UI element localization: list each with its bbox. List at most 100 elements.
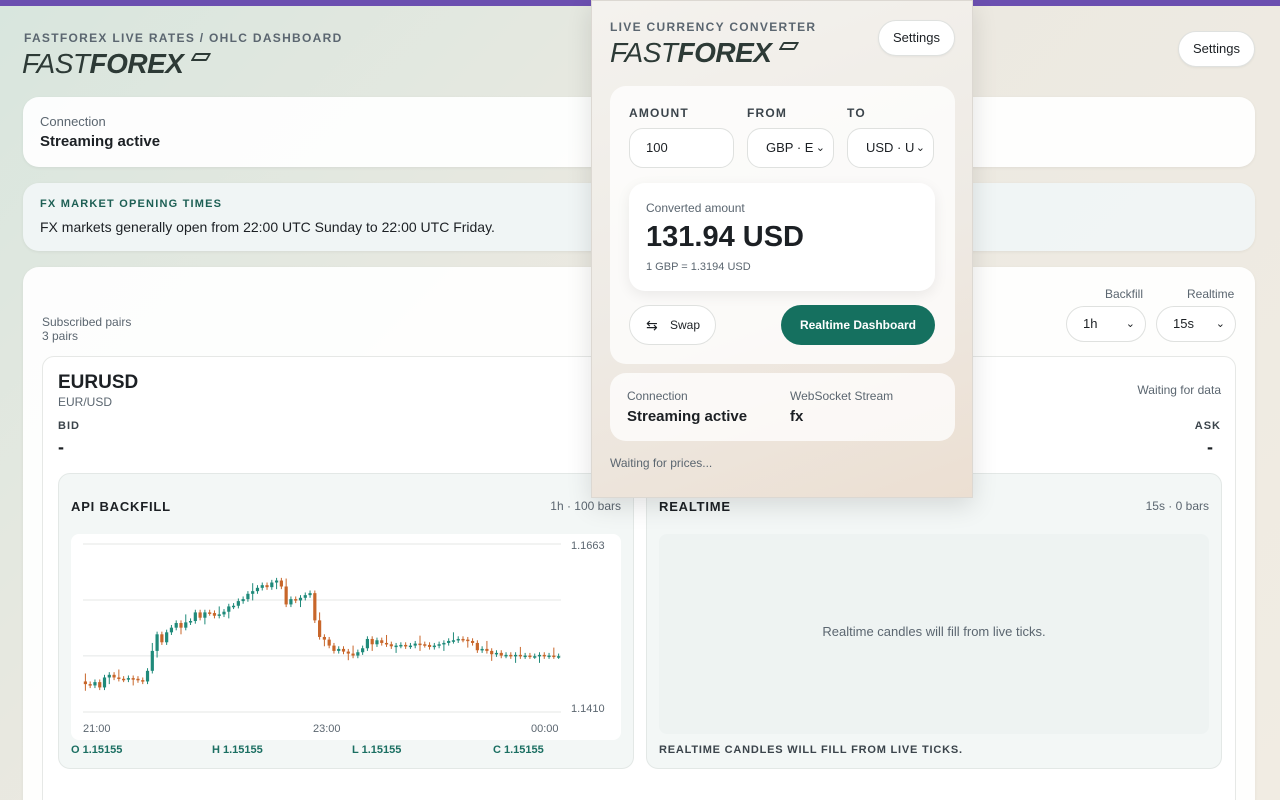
stream-label: WebSocket Stream: [790, 389, 894, 403]
backfill-panel-title: API BACKFILL: [71, 499, 171, 514]
candle: [251, 591, 255, 594]
candle: [361, 648, 365, 653]
candle: [423, 644, 427, 646]
pair-name: EUR/USD: [58, 395, 113, 409]
ohlc-high: H 1.15155: [212, 744, 263, 756]
converter-popup: LIVE CURRENCY CONVERTER FASTFOREX Settin…: [591, 0, 973, 498]
realtime-placeholder: Realtime candles will fill from live tic…: [822, 624, 1046, 639]
ohlc-close: C 1.15155: [493, 744, 544, 756]
converter-connection-card: Connection Streaming active WebSocket St…: [610, 373, 955, 441]
converter-subtitle: LIVE CURRENCY CONVERTER: [610, 20, 817, 34]
candle: [126, 678, 131, 680]
bid-value: -: [58, 437, 64, 457]
ohlc-open: O 1.15155: [71, 744, 123, 756]
candle: [155, 634, 159, 651]
candle: [227, 606, 231, 612]
candle: [542, 654, 546, 657]
candle: [141, 680, 145, 682]
candle: [547, 655, 551, 658]
candle: [456, 638, 460, 641]
candle: [470, 640, 475, 643]
to-label: TO: [847, 106, 866, 120]
exchange-rate: 1 GBP = 1.3194 USD: [646, 261, 751, 273]
stream-value: fx: [790, 408, 804, 425]
candle: [222, 611, 226, 615]
ask-label: ASK: [1194, 420, 1221, 432]
backfill-panel-meta: 1h · 100 bars: [550, 499, 621, 513]
candle: [518, 654, 522, 657]
candle: [389, 644, 393, 647]
candle: [102, 677, 107, 688]
candle: [499, 652, 503, 656]
chevron-down-icon: ⌄: [1215, 318, 1225, 330]
x-tick-label: 21:00: [83, 723, 111, 735]
candle: [341, 648, 346, 652]
realtime-select[interactable]: 15s ⌄: [1156, 306, 1236, 342]
pair-status: Waiting for data: [1137, 383, 1221, 397]
realtime-label: Realtime: [1187, 287, 1235, 301]
candle: [475, 642, 479, 651]
candle: [88, 684, 92, 686]
swap-button[interactable]: ⇆ Swap: [629, 305, 716, 345]
converter-connection-label: Connection: [627, 389, 688, 403]
candle: [509, 654, 513, 657]
candle: [117, 677, 121, 679]
candle: [122, 678, 126, 681]
subscribed-pairs-count: 3 pairs: [42, 329, 79, 343]
candle: [466, 639, 470, 642]
candle: [255, 587, 260, 592]
candle: [427, 644, 432, 647]
dashboard-settings-button[interactable]: Settings: [1178, 31, 1255, 67]
chevron-down-icon: ⌄: [815, 142, 825, 154]
candle: [380, 640, 384, 643]
bid-label: BID: [58, 420, 80, 432]
candle: [356, 652, 360, 656]
candle: [246, 593, 250, 600]
subscribed-pairs: Subscribed pairs 3 pairs: [42, 315, 131, 343]
candle: [83, 681, 87, 685]
y-tick-label: 1.1663: [571, 540, 605, 552]
candle: [370, 638, 374, 645]
candle: [480, 648, 484, 651]
candle: [208, 612, 212, 614]
x-tick-label: 23:00: [313, 723, 341, 735]
candle: [150, 650, 154, 671]
candle: [236, 601, 240, 606]
candle: [557, 656, 561, 658]
candle: [494, 652, 499, 655]
result-value: 131.94 USD: [646, 221, 804, 253]
candle: [98, 682, 102, 688]
candle: [241, 599, 245, 602]
candle: [442, 642, 446, 645]
converter-connection-status: Streaming active: [627, 408, 748, 425]
candle: [212, 613, 217, 616]
candle: [408, 645, 413, 648]
candle: [165, 632, 169, 643]
ohlc-low: L 1.15155: [352, 744, 402, 756]
candle: [131, 678, 135, 680]
from-currency-select[interactable]: GBP · E ⌄: [747, 128, 834, 168]
y-tick-label: 1.1410: [571, 703, 605, 715]
backfill-label: Backfill: [1105, 287, 1144, 301]
candle: [337, 648, 341, 651]
candle: [461, 638, 465, 641]
ask-value: -: [1207, 437, 1213, 457]
backfill-select[interactable]: 1h ⌄: [1066, 306, 1146, 342]
realtime-dashboard-button[interactable]: Realtime Dashboard: [781, 305, 935, 345]
dashboard-subtitle: FASTFOREX LIVE RATES / OHLC DASHBOARD: [24, 31, 343, 45]
candle: [528, 655, 532, 658]
swap-icon: ⇆: [646, 317, 658, 333]
candle: [265, 585, 269, 588]
amount-input[interactable]: 100: [629, 128, 734, 168]
candle: [318, 620, 322, 637]
candle: [365, 638, 370, 649]
candle: [274, 580, 279, 583]
realtime-panel-meta: 15s · 0 bars: [1145, 499, 1209, 513]
candle: [322, 636, 326, 640]
from-label: FROM: [747, 106, 788, 120]
candle: [523, 655, 527, 658]
converter-settings-button[interactable]: Settings: [878, 20, 955, 56]
to-currency-select[interactable]: USD · U ⌄: [847, 128, 934, 168]
candle: [437, 644, 441, 646]
candle: [552, 655, 556, 658]
